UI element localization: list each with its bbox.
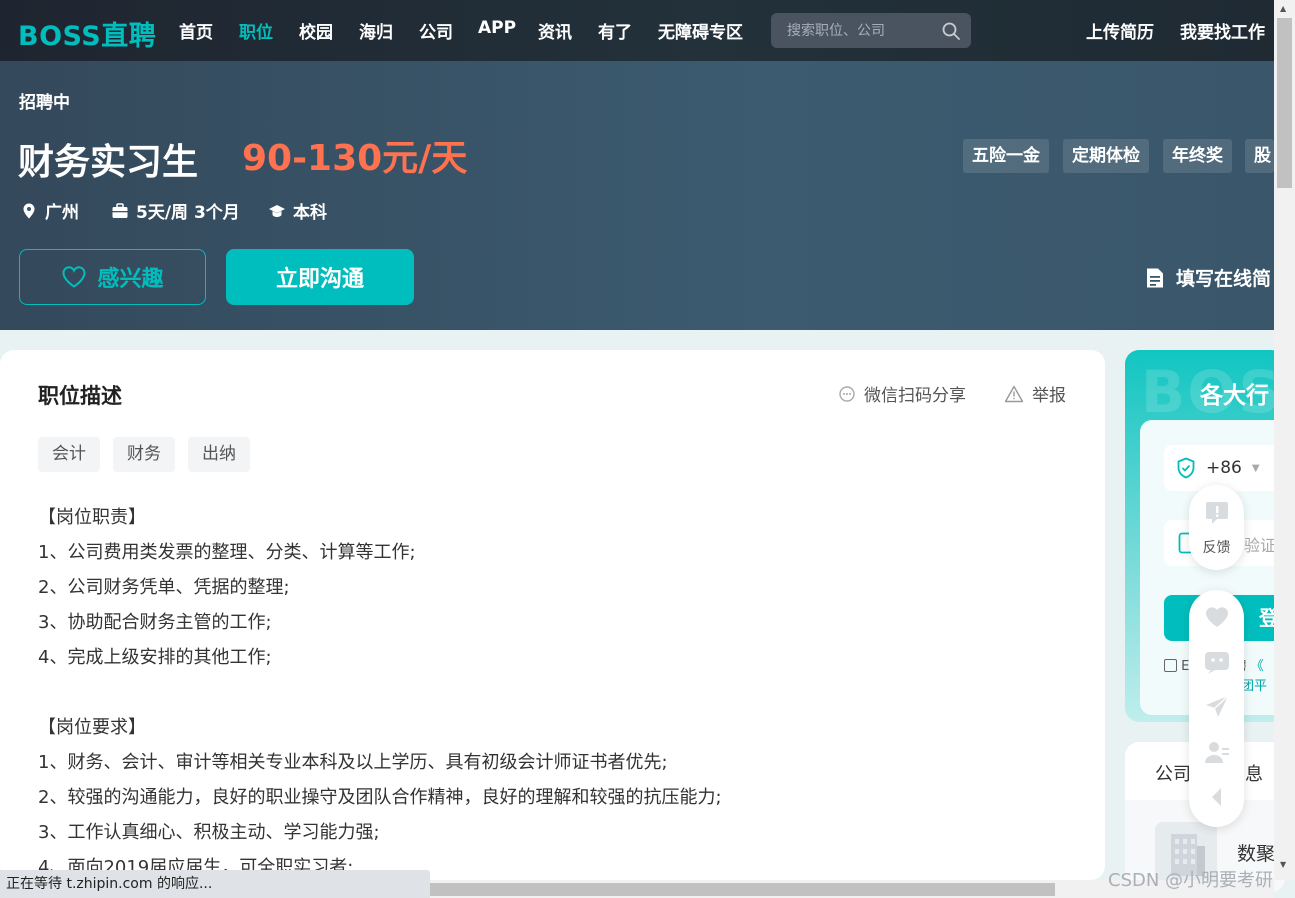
description-line: 3、工作认真细心、积极主动、学习能力强; [38, 822, 380, 843]
csdn-watermark: CSDN @小明要考研 [1108, 870, 1274, 891]
nav-item-accessibility[interactable]: 无障碍专区 [658, 18, 743, 43]
collapse-left-icon[interactable] [1203, 783, 1231, 811]
shield-check-icon [1177, 457, 1195, 479]
nav-item-company[interactable]: 公司 [419, 18, 453, 43]
document-icon [1147, 268, 1163, 287]
vertical-scrollbar[interactable]: ▲ ▼ [1274, 0, 1295, 880]
job-location-text: 广州 [45, 203, 79, 223]
vertical-scroll-thumb[interactable] [1277, 18, 1292, 188]
search-box [771, 13, 971, 48]
feedback-icon [1206, 502, 1228, 524]
share-label: 微信扫码分享 [864, 386, 966, 406]
horizontal-scroll-thumb[interactable] [428, 883, 1055, 896]
skill-tag: 会计 [38, 437, 100, 472]
upload-resume-link[interactable]: 上传简历 [1086, 18, 1154, 43]
interest-button[interactable]: 感兴趣 [19, 249, 206, 305]
job-banner: 招聘中 财务实习生 90-130元/天 广州 5天/周 3个月 本科 五险一金 … [0, 61, 1274, 330]
job-education-text: 本科 [293, 203, 327, 223]
nav-item-youle[interactable]: 有了 [598, 18, 632, 43]
interest-button-label: 感兴趣 [97, 267, 164, 292]
nav-item-home[interactable]: 首页 [179, 18, 213, 43]
online-resume-label: 填写在线简 [1176, 268, 1272, 290]
report-button[interactable]: 举报 [1004, 381, 1066, 406]
nav-item-app[interactable]: APP [478, 18, 516, 38]
find-job-link[interactable]: 我要找工作 [1180, 18, 1265, 43]
warning-icon [1004, 385, 1024, 402]
top-nav: BOSS直聘 首页 职位 校园 海归 公司 APP 资讯 有了 无障碍专区 上传… [0, 0, 1274, 61]
phone-field[interactable]: +86 ▼ [1164, 445, 1285, 491]
description-line [38, 675, 1078, 710]
benefit-tag: 五险一金 [963, 139, 1049, 173]
feedback-float[interactable]: 反馈 [1189, 485, 1244, 570]
description-line: 2、较强的沟通能力，良好的职业操守及团队合作精神，良好的理解和较强的抗压能力; [38, 787, 722, 808]
agreement-link[interactable]: 《 [1251, 659, 1264, 674]
company-name[interactable]: 数聚 [1237, 839, 1275, 866]
description-line: 【岗位职责】 [38, 507, 146, 528]
report-label: 举报 [1032, 386, 1066, 406]
chat-now-button[interactable]: 立即沟通 [226, 249, 414, 305]
scroll-down-arrow-icon[interactable]: ▼ [1280, 860, 1286, 869]
skill-tag: 出纳 [188, 437, 250, 472]
verify-code-placeholder: 验证 [1244, 536, 1277, 555]
description-line: 1、财务、会计、审计等相关专业本科及以上学历、具有初级会计师证书者优先; [38, 752, 668, 773]
boss-logo[interactable]: BOSS直聘 [18, 14, 156, 53]
description-line: 3、协助配合财务主管的工作; [38, 612, 272, 633]
scroll-up-arrow-icon[interactable]: ▲ [1280, 4, 1286, 13]
search-input[interactable] [771, 13, 936, 48]
benefit-tag: 定期体检 [1063, 139, 1149, 173]
search-icon[interactable] [941, 21, 961, 41]
nav-item-overseas[interactable]: 海归 [359, 18, 393, 43]
chat-icon[interactable] [1203, 648, 1231, 676]
contacts-icon[interactable] [1203, 738, 1231, 766]
wechat-share-button[interactable]: 微信扫码分享 [838, 381, 966, 406]
benefit-tag: 年终奖 [1163, 139, 1232, 173]
location-pin-icon [23, 203, 35, 218]
job-status: 招聘中 [19, 93, 70, 113]
graduation-cap-icon [269, 204, 285, 217]
job-salary: 90-130元/天 [242, 138, 468, 179]
job-description-card: 职位描述 微信扫码分享 举报 会计 财务 出纳 【岗位职责】 1、公司费用类发票… [0, 350, 1105, 880]
nav-item-campus[interactable]: 校园 [299, 18, 333, 43]
login-panel-title: 各大行 [1200, 383, 1269, 409]
job-title: 财务实习生 [18, 142, 199, 183]
browser-status-bar: 正在等待 t.zhipin.com 的响应... [0, 870, 430, 898]
description-title: 职位描述 [38, 384, 122, 408]
briefcase-icon [112, 202, 128, 218]
skill-tag: 财务 [113, 437, 175, 472]
description-text: 【岗位职责】 1、公司费用类发票的整理、分类、计算等工作; 2、公司财务凭单、凭… [38, 500, 1078, 880]
online-resume-link[interactable]: 填写在线简 [1144, 264, 1271, 291]
description-line: 2、公司财务凭单、凭据的整理; [38, 577, 290, 598]
nav-item-news[interactable]: 资讯 [538, 18, 572, 43]
heart-icon[interactable] [1203, 603, 1231, 631]
benefit-tag: 股 [1245, 139, 1274, 173]
country-code[interactable]: +86 [1206, 458, 1242, 478]
agree-checkbox[interactable] [1164, 659, 1177, 672]
chevron-down-icon: ▼ [1251, 462, 1260, 474]
job-education: 本科 [268, 198, 327, 223]
description-line: 4、完成上级安排的其他工作; [38, 647, 272, 668]
feedback-label: 反馈 [1202, 540, 1231, 556]
float-toolbar [1189, 590, 1244, 827]
job-location: 广州 [20, 198, 79, 223]
job-schedule: 5天/周 3个月 [111, 198, 240, 223]
heart-icon [62, 266, 86, 288]
nav-item-jobs[interactable]: 职位 [239, 18, 273, 43]
description-line: 1、公司费用类发票的整理、分类、计算等工作; [38, 542, 416, 563]
send-icon[interactable] [1203, 693, 1231, 721]
description-line: 【岗位要求】 [38, 717, 146, 738]
chat-bubble-icon [839, 385, 855, 402]
job-schedule-text: 5天/周 3个月 [136, 203, 240, 223]
